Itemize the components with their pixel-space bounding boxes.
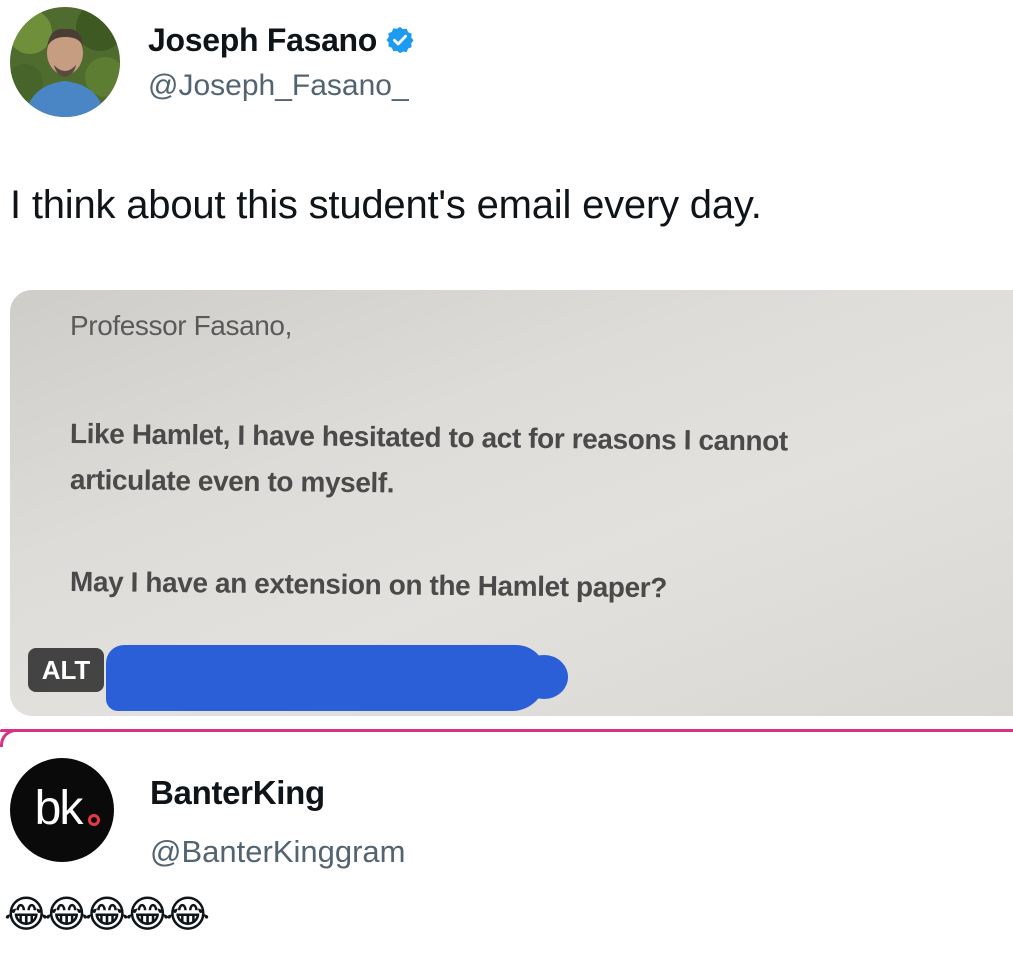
reply-meta: BanterKing @BanterKinggram	[150, 774, 405, 870]
display-name-row: Joseph Fasano	[148, 22, 415, 59]
reply-handle[interactable]: @BanterKinggram	[150, 834, 405, 870]
tweet-header: Joseph Fasano @Joseph_Fasano_	[10, 6, 415, 118]
redaction-scribble-tip	[520, 655, 568, 699]
handle[interactable]: @Joseph_Fasano_	[148, 69, 415, 103]
tweet-text: I think about this student's email every…	[10, 183, 762, 227]
reply-divider	[0, 729, 1013, 732]
verified-badge-icon	[385, 25, 415, 55]
email-line-1: Like Hamlet, I have hesitated to act for…	[69, 418, 789, 457]
alt-badge[interactable]: ALT	[28, 648, 104, 692]
reply-avatar[interactable]: bk	[10, 758, 114, 862]
reply-header: bk BanterKing @BanterKinggram	[10, 758, 405, 870]
display-name[interactable]: Joseph Fasano	[148, 22, 377, 59]
email-line-2: articulate even to myself.	[69, 464, 395, 499]
media-image[interactable]: Professor Fasano, Like Hamlet, I have he…	[10, 290, 1013, 716]
user-meta: Joseph Fasano @Joseph_Fasano_	[148, 22, 415, 103]
reply-display-name[interactable]: BanterKing	[150, 774, 405, 812]
email-line-3: May I have an extension on the Hamlet pa…	[69, 566, 668, 604]
avatar-logo-text: bk	[34, 781, 84, 835]
logo-dot-icon	[88, 814, 100, 826]
email-greeting: Professor Fasano,	[70, 310, 292, 341]
reply-text: 😂😂😂😂😂	[4, 894, 210, 936]
avatar-photo	[10, 7, 120, 117]
redaction-scribble	[106, 645, 546, 711]
avatar[interactable]	[10, 7, 120, 117]
